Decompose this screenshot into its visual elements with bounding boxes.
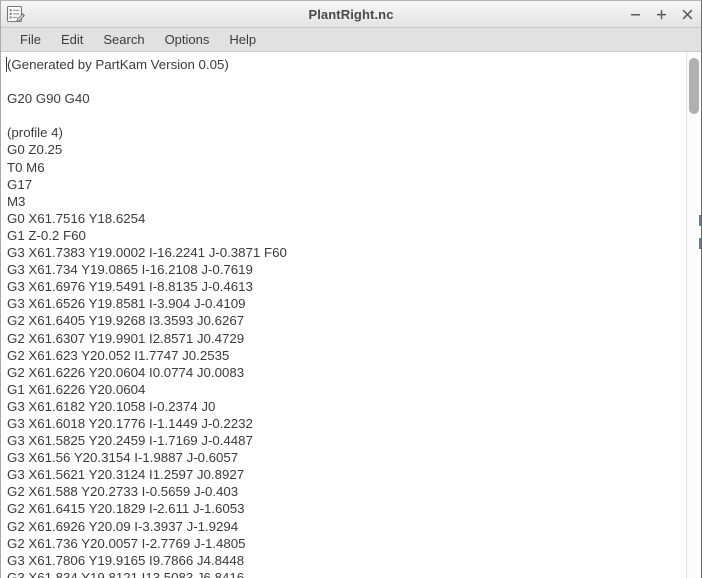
code-line: G3 X61.6018 Y20.1776 I-1.1449 J-0.2232 [7,415,253,431]
editor-window: PlantRight.nc File Edit Search Options H… [0,0,702,578]
code-line: G2 X61.6415 Y20.1829 I-2.611 J-1.6053 [7,501,245,517]
code-line: G0 X61.7516 Y18.6254 [7,210,146,226]
code-line: G2 X61.623 Y20.052 I1.7747 J0.2535 [7,347,230,363]
menu-item-options[interactable]: Options [156,30,219,50]
code-line: G2 X61.588 Y20.2733 I-0.5659 J-0.403 [7,484,239,500]
title-bar: PlantRight.nc [1,1,701,28]
scrollbar-thumb[interactable] [689,58,699,114]
menu-item-file[interactable]: File [11,30,50,50]
scroll-edge-marker [699,215,701,226]
code-line: G3 X61.56 Y20.3154 I-1.9887 J-0.6057 [7,450,239,466]
code-line: G0 Z0.25 [7,142,63,158]
close-icon[interactable] [680,7,695,23]
code-line: (Generated by PartKam Version 0.05) [7,57,229,72]
code-line: G2 X61.736 Y20.0057 I-2.7769 J-1.4805 [7,535,246,551]
code-line: (profile 4) [7,125,63,141]
menu-item-help[interactable]: Help [220,30,265,50]
code-line: G1 X61.6226 Y20.0604 [7,381,146,397]
code-line: G3 X61.734 Y19.0865 I-16.2108 J-0.7619 [7,262,253,278]
code-line: G2 X61.6405 Y19.9268 I3.3593 J0.6267 [7,313,245,329]
editor-area: (Generated by PartKam Version 0.05) G20 … [1,52,701,578]
minimize-icon[interactable] [628,7,643,23]
code-line: M3 [7,193,26,209]
code-line: G2 X61.6926 Y20.09 I-3.3937 J-1.9294 [7,518,239,534]
code-line: G1 Z-0.2 F60 [7,227,86,243]
menu-item-edit[interactable]: Edit [52,30,92,50]
code-line: G3 X61.6526 Y19.8581 I-3.904 J-0.4109 [7,296,246,312]
menu-item-search[interactable]: Search [94,30,153,50]
code-line: G3 X61.834 Y19.8121 I13.5083 J6.8416 [7,569,245,578]
code-line: G3 X61.7806 Y19.9165 I9.7866 J4.8448 [7,552,245,568]
code-line: G3 X61.6182 Y20.1058 I-0.2374 J0 [7,398,216,414]
code-line: G3 X61.5621 Y20.3124 I1.2597 J0.8927 [7,467,245,483]
maximize-icon[interactable] [654,7,669,23]
text-caret [6,57,7,72]
code-line: T0 M6 [7,159,45,175]
code-line: G17 [7,176,33,192]
code-line: G3 X61.6976 Y19.5491 I-8.8135 J-0.4613 [7,279,253,295]
window-controls [628,1,695,28]
code-line: G20 G90 G40 [7,91,90,107]
gcode-text-area[interactable]: (Generated by PartKam Version 0.05) G20 … [1,52,686,578]
page-title: PlantRight.nc [308,6,394,22]
menu-bar: File Edit Search Options Help [1,28,701,52]
code-line: G3 X61.7383 Y19.0002 I-16.2241 J-0.3871 … [7,245,287,261]
code-line: G3 X61.5825 Y20.2459 I-1.7169 J-0.4487 [7,433,253,449]
text-editor-icon [4,3,26,25]
scroll-edge-marker [699,238,701,249]
vertical-scrollbar[interactable] [686,52,701,578]
code-line: G2 X61.6226 Y20.0604 I0.0774 J0.0083 [7,364,245,380]
code-line: G2 X61.6307 Y19.9901 I2.8571 J0.4729 [7,330,245,346]
